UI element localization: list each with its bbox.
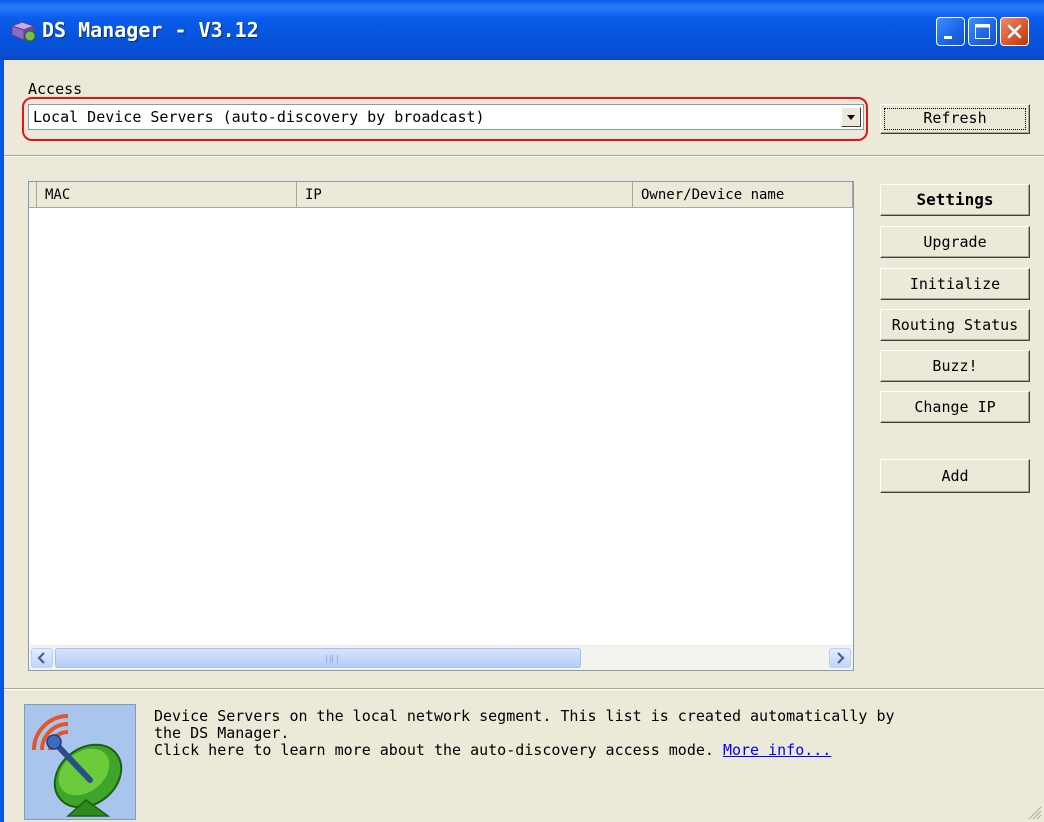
routing-status-button[interactable]: Routing Status	[880, 309, 1030, 341]
column-header-owner[interactable]: Owner/Device name	[633, 182, 853, 208]
satellite-dish-icon	[24, 704, 136, 820]
column-header-mac[interactable]: MAC	[37, 182, 297, 208]
upgrade-button[interactable]: Upgrade	[880, 226, 1030, 258]
chevron-right-icon	[837, 652, 845, 664]
list-header: MAC IP Owner/Device name	[29, 182, 853, 208]
highlight-annotation	[22, 97, 868, 141]
settings-button[interactable]: Settings	[880, 184, 1030, 216]
refresh-button[interactable]: Refresh	[880, 104, 1030, 134]
add-button[interactable]: Add	[880, 459, 1030, 493]
scroll-right-button[interactable]	[829, 648, 851, 668]
maximize-button[interactable]	[968, 17, 997, 46]
scroll-left-button[interactable]	[31, 648, 53, 668]
separator-bottom	[4, 688, 1044, 690]
device-list[interactable]: MAC IP Owner/Device name	[28, 181, 854, 671]
info-line-3: Click here to learn more about the auto-…	[154, 741, 723, 759]
buzz-button[interactable]: Buzz!	[880, 350, 1030, 382]
maximize-icon	[975, 24, 990, 39]
horizontal-scrollbar[interactable]	[29, 645, 853, 670]
main-window: DS Manager - V3.12 Access Local Device S…	[0, 0, 1044, 822]
minimize-icon	[944, 36, 952, 39]
column-header-ip[interactable]: IP	[297, 182, 633, 208]
chevron-left-icon	[37, 652, 45, 664]
header-spacer	[29, 182, 37, 208]
resize-grip-icon[interactable]	[1028, 806, 1042, 820]
close-icon	[1007, 24, 1022, 39]
title-bar[interactable]: DS Manager - V3.12	[0, 0, 1044, 60]
change-ip-button[interactable]: Change IP	[880, 391, 1030, 423]
info-line-2: the DS Manager.	[154, 724, 290, 742]
access-label: Access	[28, 80, 83, 98]
window-title: DS Manager - V3.12	[42, 18, 259, 42]
grip-icon	[326, 655, 338, 663]
initialize-button[interactable]: Initialize	[880, 268, 1030, 300]
app-icon	[10, 21, 36, 42]
separator-top	[4, 155, 1044, 157]
more-info-link[interactable]: More info...	[723, 741, 831, 759]
minimize-button[interactable]	[936, 17, 965, 46]
scroll-thumb[interactable]	[55, 648, 581, 668]
close-button[interactable]	[1000, 17, 1029, 46]
focus-rectangle	[884, 108, 1026, 130]
client-area: Access Local Device Servers (auto-discov…	[4, 60, 1044, 822]
info-description: Device Servers on the local network segm…	[154, 708, 895, 759]
info-line-1: Device Servers on the local network segm…	[154, 707, 895, 725]
